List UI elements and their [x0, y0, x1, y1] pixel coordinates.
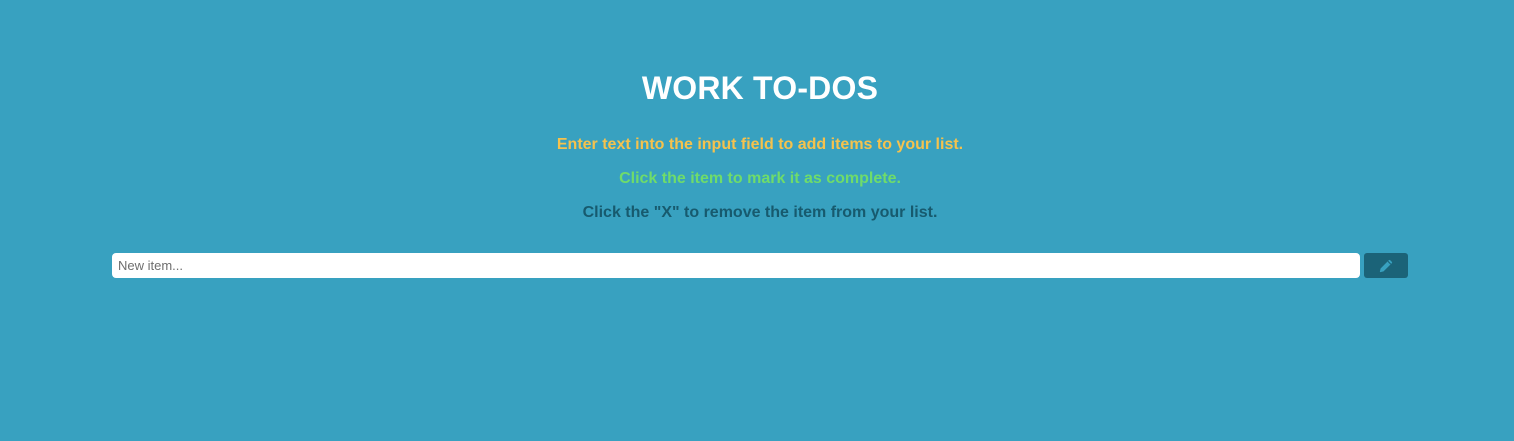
pencil-icon: [1379, 259, 1393, 273]
todo-page: WORK TO-DOS Enter text into the input fi…: [0, 0, 1514, 441]
page-title: WORK TO-DOS: [641, 70, 879, 106]
new-item-input[interactable]: [112, 253, 1360, 278]
remove-instruction: Click the "X" to remove the item from yo…: [582, 204, 938, 221]
add-item-button[interactable]: [1364, 253, 1408, 278]
new-item-form: [112, 253, 1408, 278]
complete-instruction: Click the item to mark it as complete.: [619, 170, 901, 187]
add-instruction: Enter text into the input field to add i…: [556, 136, 964, 153]
